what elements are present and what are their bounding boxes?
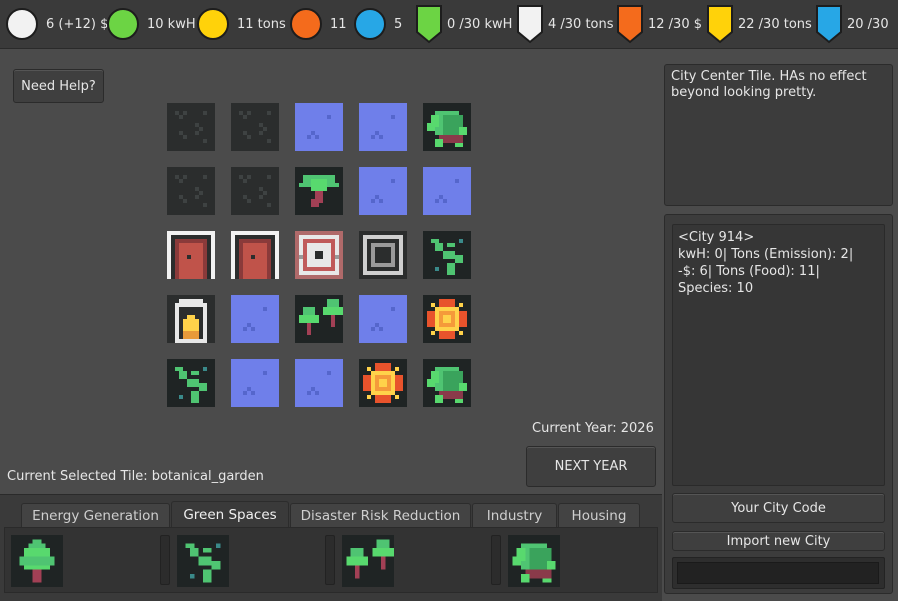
money-value: 6 (+12) $ <box>46 16 109 32</box>
energy-limit: 0 /30 kwH <box>415 0 512 48</box>
white-circle-icon <box>6 8 38 40</box>
selected-tile-label: Current Selected Tile: botanical_garden <box>7 469 264 484</box>
tab-industry[interactable]: Industry <box>472 503 557 527</box>
resource-bar: 6 (+12) $ 10 kwH 11 tons 11 5 0 /30 kwH … <box>0 0 898 49</box>
green-circle-icon <box>107 8 139 40</box>
money-limit-value: 12 /30 $ <box>648 16 702 32</box>
turtle-habitat-tile[interactable] <box>423 359 471 407</box>
asphalt-tile[interactable] <box>167 103 215 151</box>
orange-circle-icon <box>290 8 322 40</box>
city-code-input-frame <box>672 557 885 589</box>
city-stat-money: -$: 6| Tons (Food): 11| <box>678 264 820 279</box>
city-code-button[interactable]: Your City Code <box>672 493 885 523</box>
palette-sprout-tile[interactable] <box>177 535 229 587</box>
species-resource: 5 <box>354 0 402 48</box>
orange-shield-icon <box>617 5 643 44</box>
palette-twin-trees-tile[interactable] <box>342 535 394 587</box>
food-limit-value: 22 /30 tons <box>738 16 812 32</box>
city-code-input[interactable] <box>677 562 879 584</box>
need-help-button[interactable]: Need Help? <box>13 69 104 103</box>
water-tile[interactable] <box>359 103 407 151</box>
yellow-shield-icon <box>707 5 733 44</box>
import-city-button[interactable]: Import new City <box>672 531 885 551</box>
water-tile[interactable] <box>359 295 407 343</box>
city-name: <City 914> <box>678 230 755 245</box>
food-resource: 11 tons <box>197 0 286 48</box>
energy-limit-value: 0 /30 kwH <box>447 16 513 32</box>
lantern-tile[interactable] <box>167 295 215 343</box>
power-plant-tile[interactable] <box>295 231 343 279</box>
water-tile[interactable] <box>295 359 343 407</box>
water-tile[interactable] <box>423 167 471 215</box>
asphalt-tile[interactable] <box>231 103 279 151</box>
species-limit-value: 20 /30 <box>847 16 889 32</box>
asphalt-tile[interactable] <box>167 167 215 215</box>
house-tile[interactable] <box>231 231 279 279</box>
asphalt-tile[interactable] <box>231 167 279 215</box>
current-year-label: Current Year: 2026 <box>532 421 654 436</box>
palm-tree-tile[interactable] <box>295 167 343 215</box>
sprout-tile[interactable] <box>423 231 471 279</box>
orange-value: 11 <box>330 16 347 32</box>
white-shield-icon <box>517 5 543 44</box>
next-year-button[interactable]: NEXT YEAR <box>526 446 656 487</box>
build-menu: Energy Generation Green Spaces Disaster … <box>0 494 662 601</box>
city-stats-box: <City 914> kwH: 0| Tons (Emission): 2| -… <box>672 224 885 486</box>
green-shield-icon <box>416 5 442 44</box>
palette-separator <box>491 535 501 585</box>
tab-disaster-risk-reduction[interactable]: Disaster Risk Reduction <box>290 503 471 527</box>
city-stat-energy: kwH: 0| Tons (Emission): 2| <box>678 247 854 262</box>
tab-housing[interactable]: Housing <box>558 503 640 527</box>
yellow-circle-icon <box>197 8 229 40</box>
sunflower-tile[interactable] <box>423 295 471 343</box>
turtle-habitat-tile[interactable] <box>423 103 471 151</box>
palette-separator <box>325 535 335 585</box>
twin-trees-tile[interactable] <box>295 295 343 343</box>
sunflower-tile[interactable] <box>359 359 407 407</box>
tile-description: City Center Tile. HAs no effect beyond l… <box>671 69 867 100</box>
energy-value: 10 kwH <box>147 16 196 32</box>
species-value: 5 <box>394 16 403 32</box>
tab-energy-generation[interactable]: Energy Generation <box>21 503 170 527</box>
blue-shield-icon <box>816 5 842 44</box>
emission-limit-value: 4 /30 tons <box>548 16 614 32</box>
palette-separator <box>160 535 170 585</box>
energy-resource: 10 kwH <box>107 0 196 48</box>
city-stat-species: Species: 10 <box>678 281 754 296</box>
sprout-tile[interactable] <box>167 359 215 407</box>
orange-resource: 11 <box>290 0 347 48</box>
city-panel: <City 914> kwH: 0| Tons (Emission): 2| -… <box>664 214 893 594</box>
emission-limit: 4 /30 tons <box>516 0 614 48</box>
palette-turtle-habitat-tile[interactable] <box>508 535 560 587</box>
tab-green-spaces[interactable]: Green Spaces <box>171 501 289 528</box>
food-value: 11 tons <box>237 16 286 32</box>
water-tile[interactable] <box>231 295 279 343</box>
tile-info-panel: City Center Tile. HAs no effect beyond l… <box>664 64 893 206</box>
water-tile[interactable] <box>231 359 279 407</box>
house-tile[interactable] <box>167 231 215 279</box>
water-tile[interactable] <box>359 167 407 215</box>
money-resource: 6 (+12) $ <box>6 0 108 48</box>
food-limit: 22 /30 tons <box>706 0 812 48</box>
money-limit: 12 /30 $ <box>616 0 702 48</box>
blue-circle-icon <box>354 8 386 40</box>
species-limit: 20 /30 <box>815 0 889 48</box>
palette-tree-tile[interactable] <box>11 535 63 587</box>
water-tile[interactable] <box>295 103 343 151</box>
factory-tile[interactable] <box>359 231 407 279</box>
